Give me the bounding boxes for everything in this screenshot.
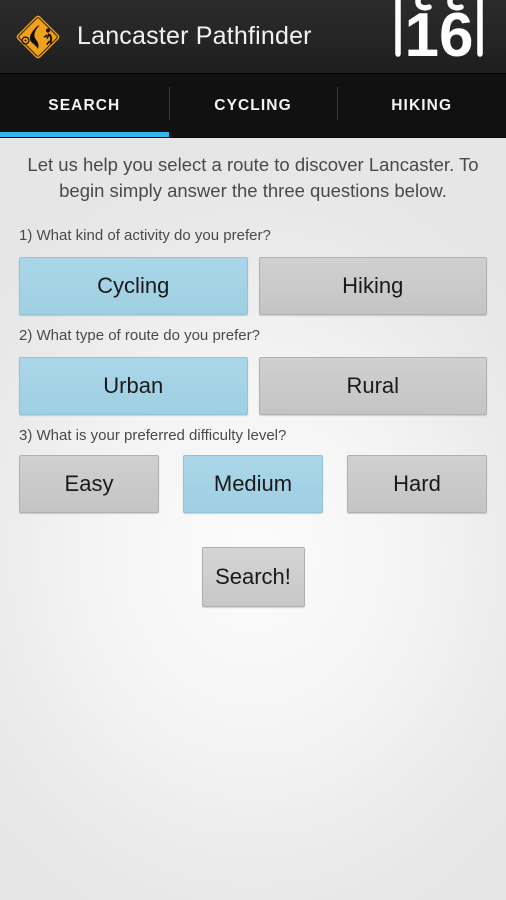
question-3-label: 3) What is your preferred difficulty lev… xyxy=(19,427,287,444)
app-screen: Lancaster Pathfinder 16 SEARCH CYCLING H… xyxy=(0,0,506,900)
search-form: Let us help you select a route to discov… xyxy=(0,138,506,607)
tab-hiking-label: HIKING xyxy=(391,96,453,114)
option-cycling-label: Cycling xyxy=(97,273,170,298)
option-cycling[interactable]: Cycling xyxy=(19,257,248,315)
tab-hiking[interactable]: HIKING xyxy=(337,74,506,137)
tab-active-indicator xyxy=(0,132,169,137)
tab-cycling[interactable]: CYCLING xyxy=(168,74,338,137)
option-hard[interactable]: Hard xyxy=(347,455,487,513)
option-medium-label: Medium xyxy=(213,471,293,496)
question-3-options: Easy Medium Hard xyxy=(0,455,506,513)
option-medium[interactable]: Medium xyxy=(183,455,323,513)
question-2-options: Urban Rural xyxy=(0,357,506,415)
option-easy-label: Easy xyxy=(64,471,114,496)
option-hard-label: Hard xyxy=(393,471,441,496)
search-button-label: Search! xyxy=(215,564,291,589)
tab-cycling-label: CYCLING xyxy=(214,96,292,114)
tab-search-label: SEARCH xyxy=(48,96,121,114)
option-hiking-label: Hiking xyxy=(342,273,404,298)
pathfinder-diamond-sign-icon xyxy=(15,14,61,60)
search-button[interactable]: Search! xyxy=(201,547,305,607)
tab-bar: SEARCH CYCLING HIKING xyxy=(0,74,506,138)
action-bar: Lancaster Pathfinder 16 xyxy=(0,0,506,74)
route-number-badge: 16 xyxy=(380,0,498,73)
option-urban-label: Urban xyxy=(103,373,164,398)
question-1-label: 1) What kind of activity do you prefer? xyxy=(19,227,271,244)
option-easy[interactable]: Easy xyxy=(19,455,159,513)
option-rural[interactable]: Rural xyxy=(258,357,487,415)
intro-text: Let us help you select a route to discov… xyxy=(27,154,479,201)
search-button-row: Search! xyxy=(0,513,506,607)
question-1-options: Cycling Hiking xyxy=(0,257,506,315)
app-title: Lancaster Pathfinder xyxy=(77,22,312,50)
tab-search[interactable]: SEARCH xyxy=(0,74,169,137)
option-hiking[interactable]: Hiking xyxy=(258,257,487,315)
option-urban[interactable]: Urban xyxy=(19,357,248,415)
option-rural-label: Rural xyxy=(346,373,400,398)
badge-number-text: 16 xyxy=(405,1,474,70)
question-2-label: 2) What type of route do you prefer? xyxy=(19,327,260,344)
